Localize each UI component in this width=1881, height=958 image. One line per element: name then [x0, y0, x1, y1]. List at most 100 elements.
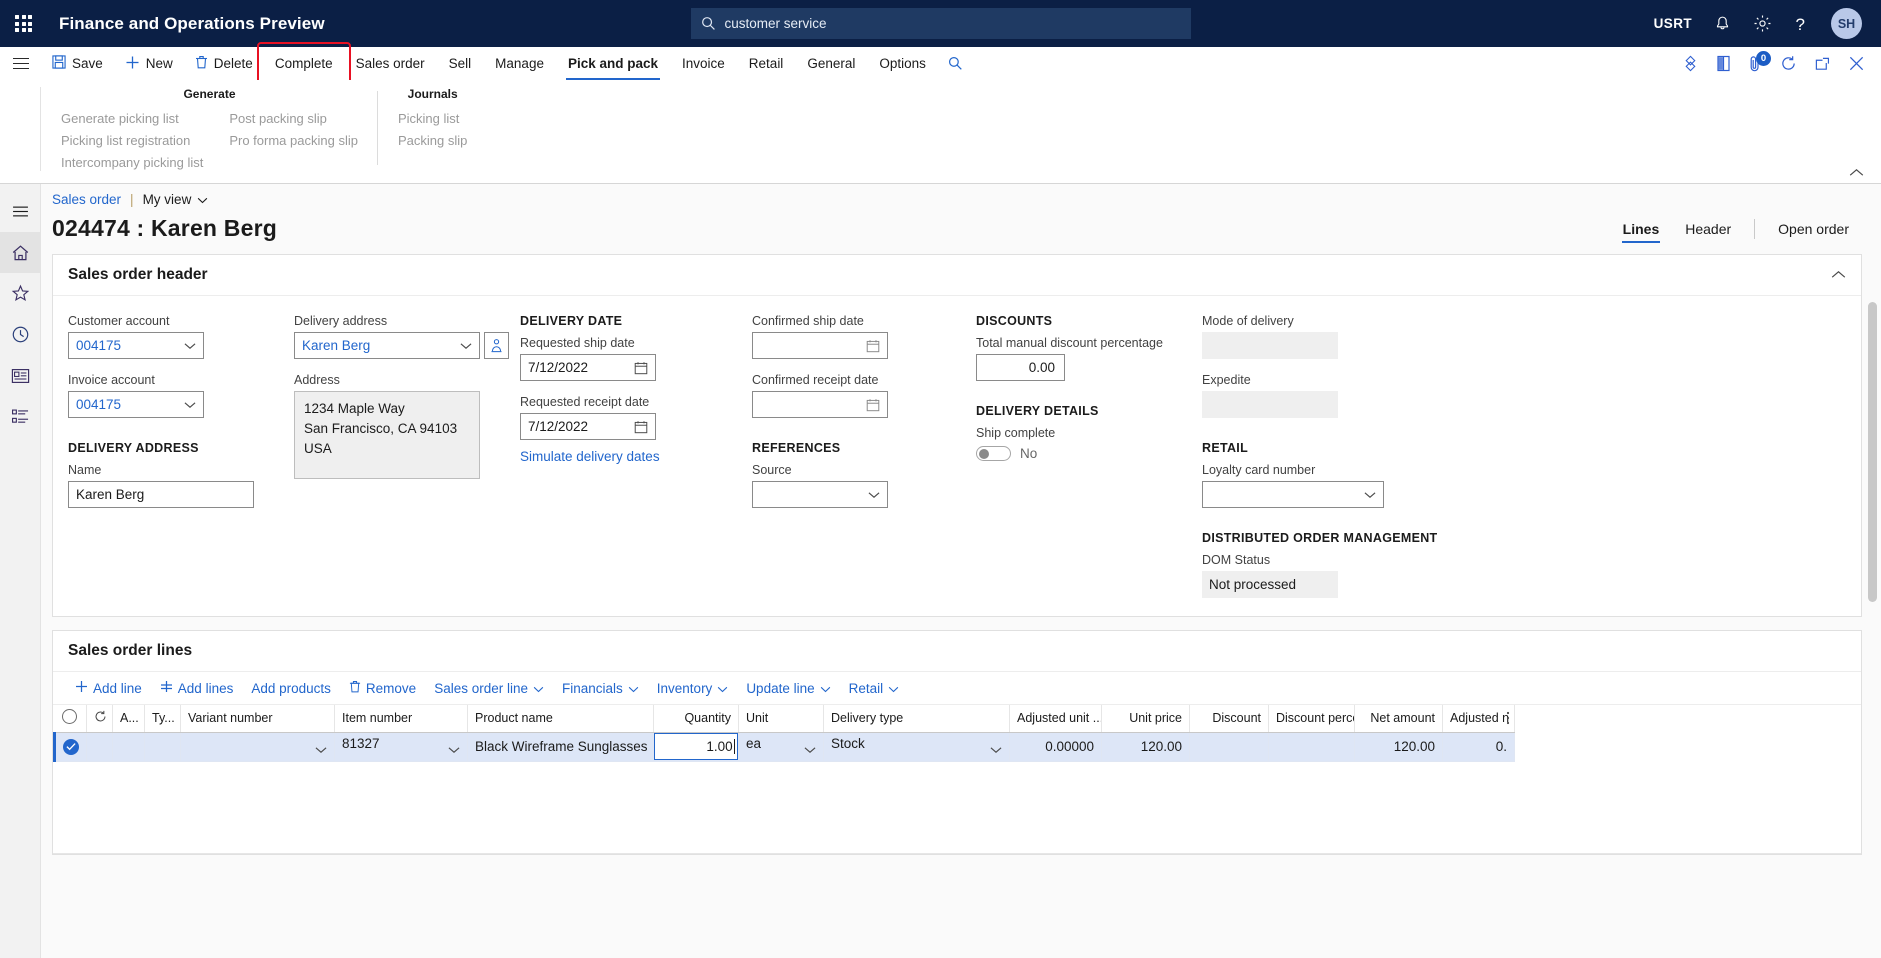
sidebar-item-favorites[interactable]: [0, 273, 41, 314]
row-adjusted-net-amount-cell[interactable]: 0.: [1442, 732, 1515, 762]
share-icon[interactable]: [1682, 55, 1699, 72]
col-adjusted-unit-price[interactable]: Adjusted unit ...: [1009, 705, 1102, 733]
chevron-down-icon[interactable]: [184, 401, 196, 409]
close-icon[interactable]: [1848, 55, 1865, 72]
ship-complete-toggle[interactable]: [976, 446, 1011, 461]
col-adjusted-net-amount[interactable]: Adjusted n: [1442, 705, 1515, 733]
sidebar-item-modules[interactable]: [0, 396, 41, 437]
chevron-down-icon[interactable]: [868, 491, 880, 499]
total-manual-discount-field[interactable]: 0.00: [976, 354, 1065, 381]
col-unit-price[interactable]: Unit price: [1101, 705, 1190, 733]
save-button[interactable]: Save: [41, 47, 114, 80]
lines-grid[interactable]: A... Ty... Variant number Item number Pr…: [53, 705, 1861, 854]
chevron-down-icon[interactable]: [1364, 491, 1376, 499]
company-indicator[interactable]: USRT: [1654, 16, 1692, 31]
action-pane-search-icon[interactable]: [938, 56, 973, 71]
ribbon-item-picking-list[interactable]: Picking list: [398, 110, 467, 127]
tab-options[interactable]: Options: [867, 47, 938, 80]
sales-order-header-fasttab-header[interactable]: Sales order header: [53, 255, 1861, 296]
col-quantity[interactable]: Quantity: [653, 705, 739, 733]
form-scroll-area[interactable]: Sales order header Customer account 0041…: [41, 254, 1881, 958]
add-line-button[interactable]: Add line: [66, 672, 151, 705]
ribbon-item-pro-forma-packing-slip[interactable]: Pro forma packing slip: [229, 132, 358, 149]
chevron-down-icon[interactable]: [990, 742, 1002, 757]
row-delivery-type-cell[interactable]: Stock: [823, 732, 1010, 762]
name-field[interactable]: Karen Berg: [68, 481, 254, 508]
retail-menu[interactable]: Retail: [840, 672, 909, 705]
row-unit-cell[interactable]: ea: [738, 732, 824, 762]
row-variant-number-cell[interactable]: [180, 732, 335, 762]
row-discount-percent-cell[interactable]: [1268, 732, 1355, 762]
add-products-button[interactable]: Add products: [242, 672, 340, 705]
calendar-icon[interactable]: [866, 398, 880, 412]
col-discount[interactable]: Discount: [1189, 705, 1269, 733]
invoice-account-field[interactable]: 004175: [68, 391, 204, 418]
chevron-up-icon[interactable]: [1831, 266, 1846, 284]
attachment-icon[interactable]: 0: [1748, 50, 1771, 73]
simulate-delivery-dates-link[interactable]: Simulate delivery dates: [520, 449, 752, 464]
ribbon-collapse-chevron-icon[interactable]: [1849, 164, 1864, 182]
ribbon-item-picking-list-registration[interactable]: Picking list registration: [61, 132, 203, 149]
row-ty-cell[interactable]: [144, 732, 181, 762]
view-selector[interactable]: My view: [143, 192, 209, 207]
row-product-name-cell[interactable]: Black Wireframe Sunglasses: [467, 732, 654, 762]
col-refresh[interactable]: [86, 705, 113, 733]
open-order-status[interactable]: Open order: [1765, 218, 1862, 240]
sidebar-item-workspaces[interactable]: [0, 355, 41, 396]
tab-manage[interactable]: Manage: [483, 47, 556, 80]
col-ty[interactable]: Ty...: [144, 705, 181, 733]
open-in-office-icon[interactable]: [1716, 55, 1731, 72]
col-a[interactable]: A...: [112, 705, 145, 733]
address-lookup-icon[interactable]: [484, 332, 509, 359]
col-net-amount[interactable]: Net amount: [1354, 705, 1443, 733]
source-field[interactable]: [752, 481, 888, 508]
calendar-icon[interactable]: [634, 420, 648, 434]
waffle-icon[interactable]: [0, 0, 47, 47]
requested-ship-date-field[interactable]: 7/12/2022: [520, 354, 656, 381]
global-search-input[interactable]: customer service: [690, 8, 1191, 39]
col-select-all[interactable]: [54, 705, 87, 733]
col-variant-number[interactable]: Variant number: [180, 705, 335, 733]
form-vertical-scrollbar[interactable]: [1868, 302, 1877, 602]
loyalty-card-number-field[interactable]: [1202, 481, 1384, 508]
row-select-checkbox[interactable]: [53, 732, 87, 762]
ribbon-item-packing-slip[interactable]: Packing slip: [398, 132, 467, 149]
chevron-down-icon[interactable]: [184, 342, 196, 350]
delete-button[interactable]: Delete: [184, 47, 264, 80]
confirmed-receipt-date-field[interactable]: [752, 391, 888, 418]
chevron-down-icon[interactable]: [460, 342, 472, 350]
mode-of-delivery-field[interactable]: [1202, 332, 1338, 359]
popout-icon[interactable]: [1814, 56, 1831, 72]
rail-hamburger-icon[interactable]: [0, 191, 41, 232]
help-icon[interactable]: ?: [1794, 14, 1809, 34]
ribbon-item-intercompany-picking-list[interactable]: Intercompany picking list: [61, 154, 203, 171]
tab-sales-order[interactable]: Sales order: [344, 47, 437, 80]
quantity-input[interactable]: 1.00: [654, 733, 738, 760]
remove-line-button[interactable]: Remove: [340, 672, 425, 705]
tab-general[interactable]: General: [795, 47, 867, 80]
row-a-cell[interactable]: [112, 732, 145, 762]
avatar[interactable]: SH: [1831, 8, 1862, 39]
row-discount-cell[interactable]: [1189, 732, 1269, 762]
chevron-down-icon[interactable]: [804, 742, 816, 757]
col-unit[interactable]: Unit: [738, 705, 824, 733]
row-adjusted-unit-price-cell[interactable]: 0.00000: [1009, 732, 1102, 762]
bell-icon[interactable]: [1714, 15, 1731, 33]
tab-retail[interactable]: Retail: [737, 47, 796, 80]
confirmed-ship-date-field[interactable]: [752, 332, 888, 359]
calendar-icon[interactable]: [866, 339, 880, 353]
tab-invoice[interactable]: Invoice: [670, 47, 737, 80]
tab-pick-and-pack[interactable]: Pick and pack: [556, 47, 670, 80]
tab-sell[interactable]: Sell: [437, 47, 484, 80]
requested-receipt-date-field[interactable]: 7/12/2022: [520, 413, 656, 440]
col-product-name[interactable]: Product name: [467, 705, 654, 733]
update-line-menu[interactable]: Update line: [737, 672, 839, 705]
customer-account-field[interactable]: 004175: [68, 332, 204, 359]
calendar-icon[interactable]: [634, 361, 648, 375]
ribbon-item-post-packing-slip[interactable]: Post packing slip: [229, 110, 358, 127]
row-quantity-cell[interactable]: 1.00: [653, 732, 739, 762]
row-item-number-cell[interactable]: 81327: [334, 732, 468, 762]
table-row[interactable]: 81327 Black Wireframe Sunglasses 1.00 ea…: [53, 732, 1515, 762]
column-options-icon[interactable]: [1506, 710, 1510, 729]
sales-order-lines-fasttab-header[interactable]: Sales order lines: [53, 631, 1861, 672]
